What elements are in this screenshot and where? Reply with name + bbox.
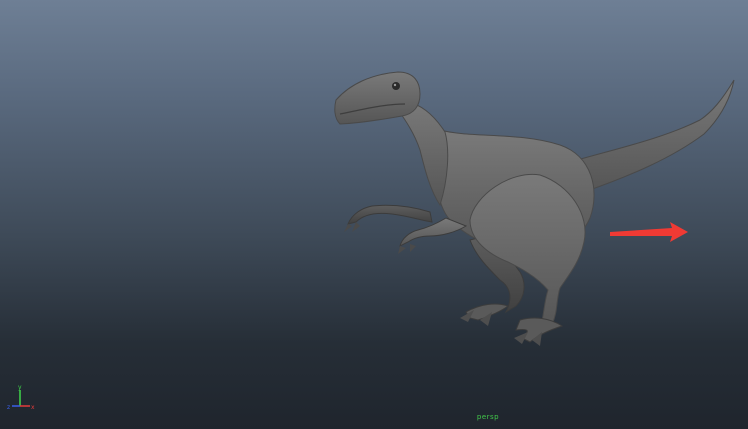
axis-x-label: x bbox=[31, 404, 35, 411]
camera-name-label: persp bbox=[476, 413, 500, 421]
axis-z-label: z bbox=[7, 404, 10, 411]
axis-gizmo: y x z bbox=[6, 382, 40, 412]
axis-y-label: y bbox=[18, 384, 22, 391]
3d-viewport[interactable]: y x z persp bbox=[0, 0, 748, 429]
direction-arrow bbox=[610, 222, 688, 242]
